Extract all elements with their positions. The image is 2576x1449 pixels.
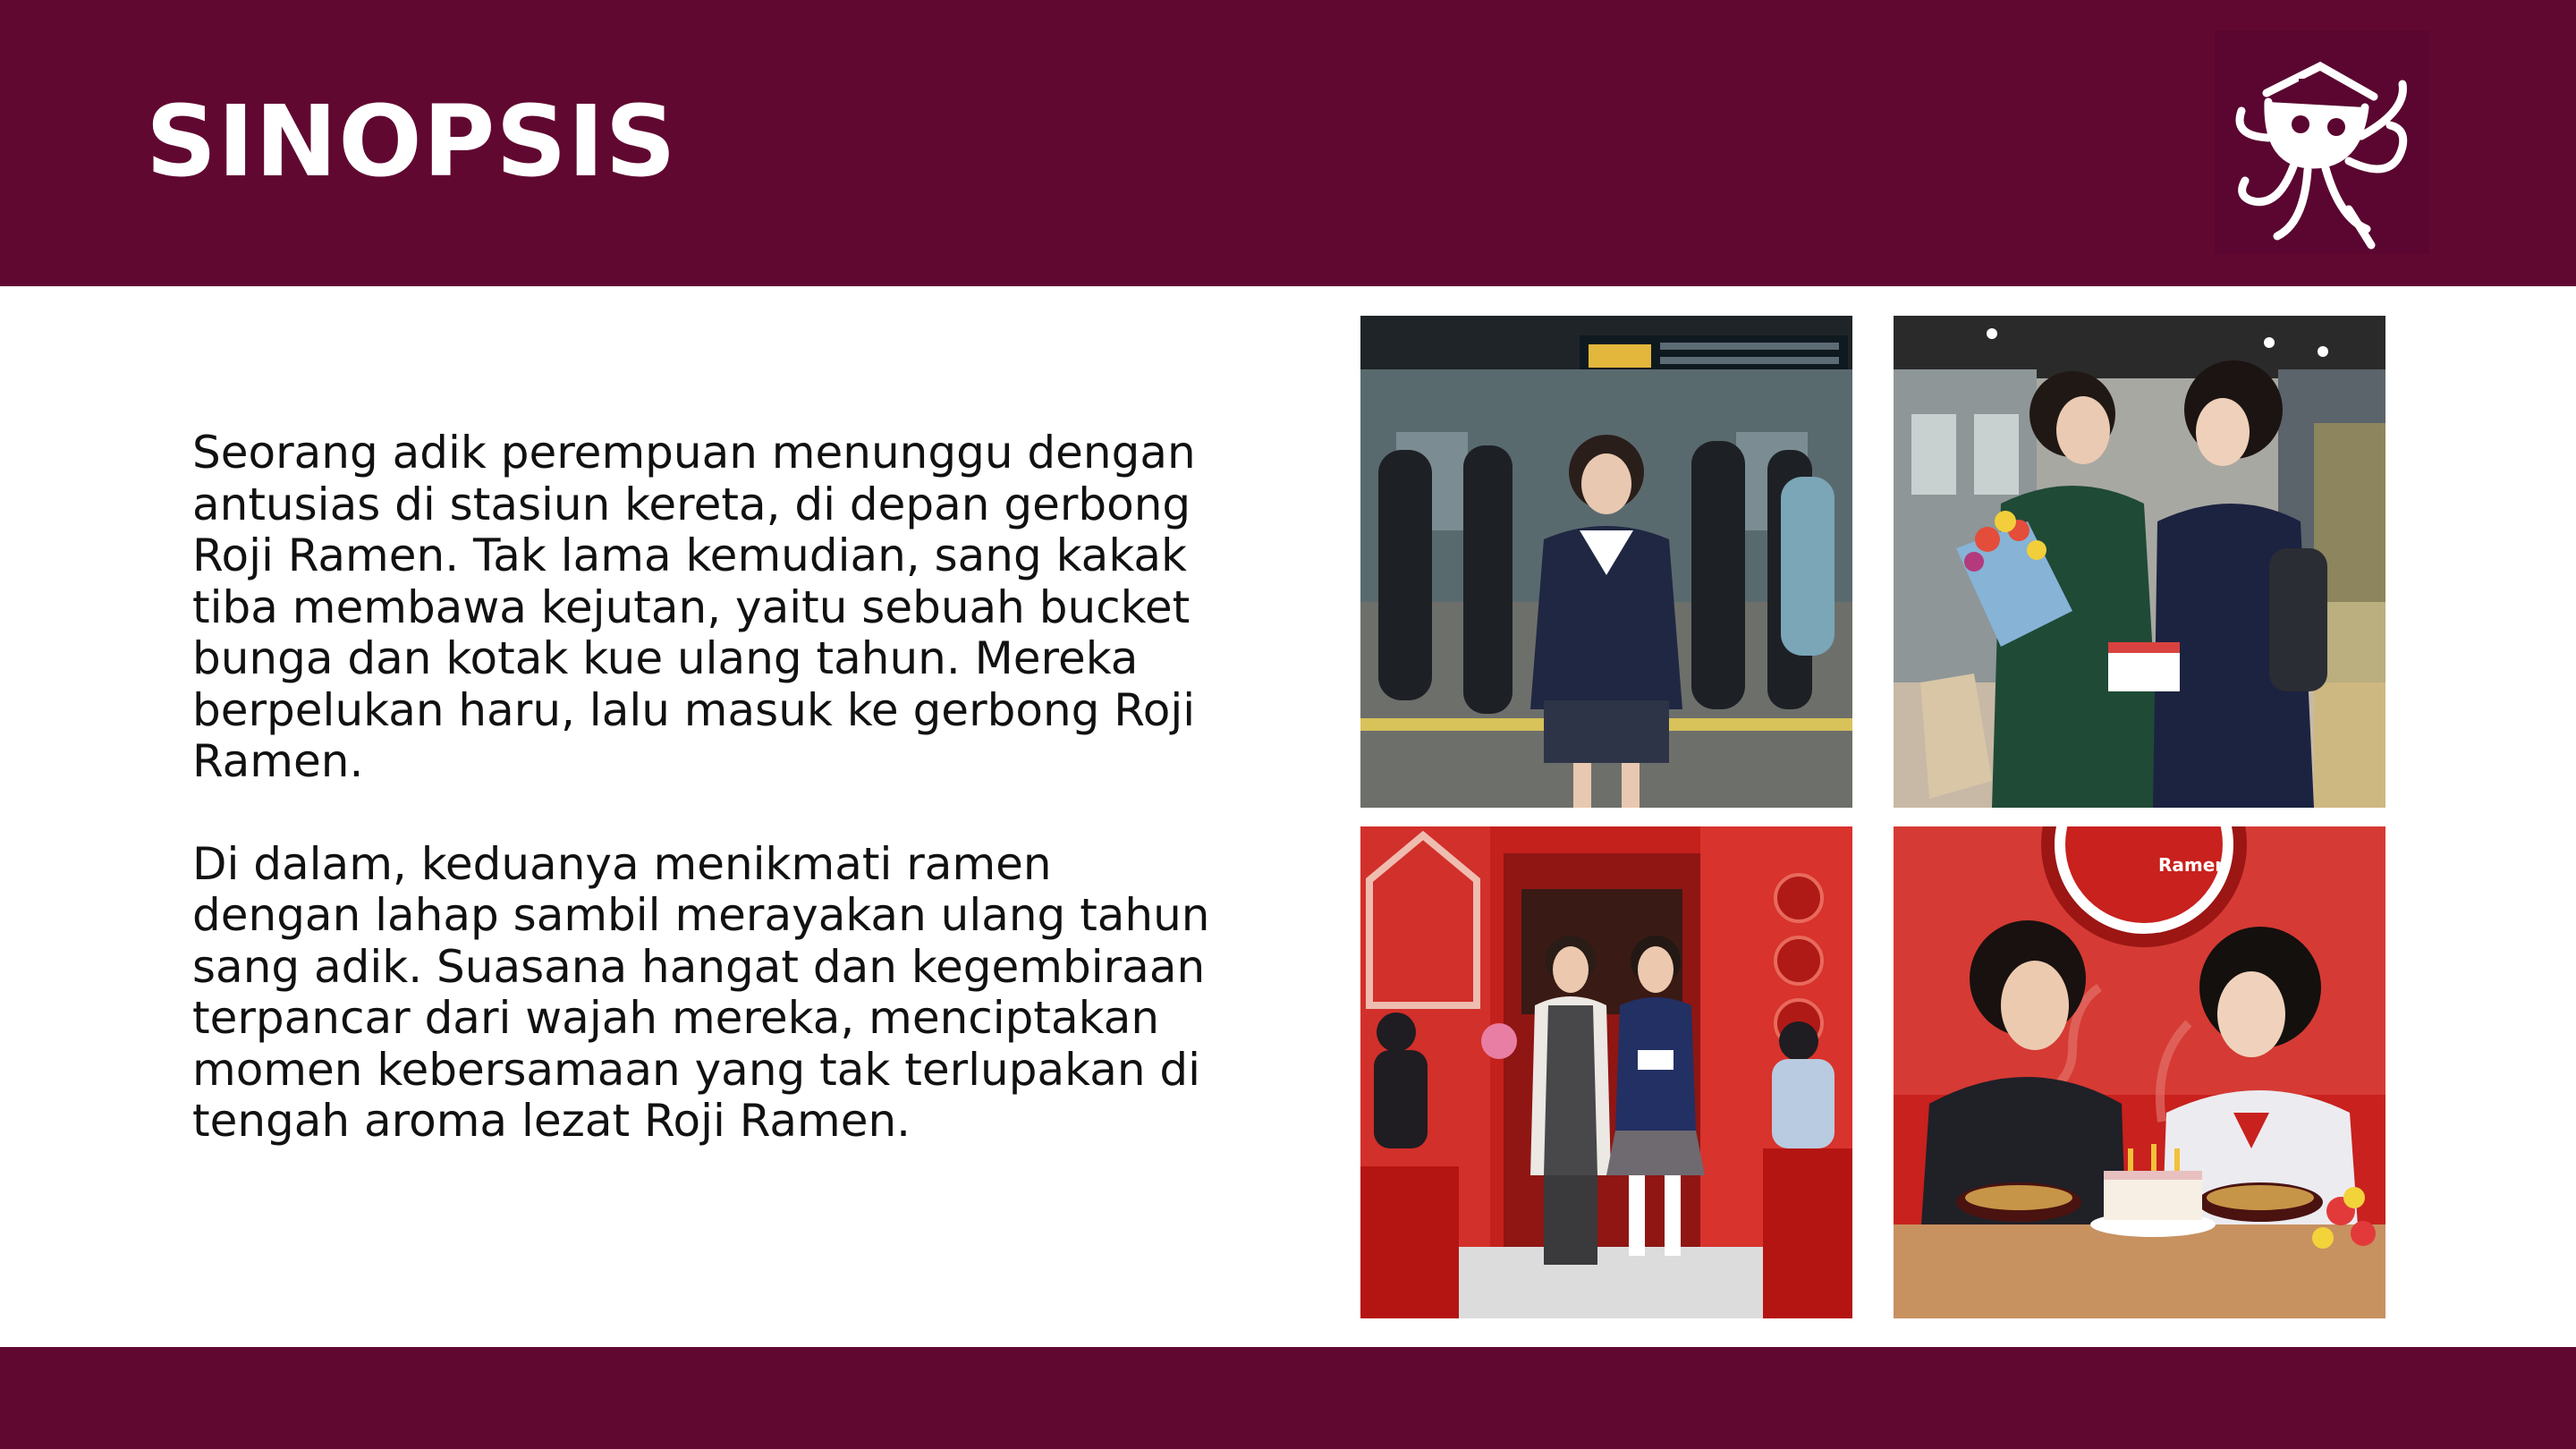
ramen-sign-text: Ramen — [2158, 854, 2228, 876]
octopus-chef-logo-icon — [2215, 30, 2429, 254]
ramen-birthday-photo: Ramen — [1894, 826, 2385, 1318]
station-platform-photo — [1360, 316, 1852, 808]
sisters-meeting-photo — [1894, 316, 2385, 808]
footer-band — [0, 1347, 2576, 1449]
synopsis-text: Seorang adik perempuan menunggu dengan a… — [192, 427, 1221, 1148]
slide-title: SINOPSIS — [146, 84, 677, 199]
ramen-car-interior-photo — [1360, 826, 1852, 1318]
synopsis-paragraph-2: Di dalam, keduanya menikmati ramen denga… — [192, 837, 1210, 1147]
synopsis-paragraph-1: Seorang adik perempuan menunggu dengan a… — [192, 427, 1196, 787]
